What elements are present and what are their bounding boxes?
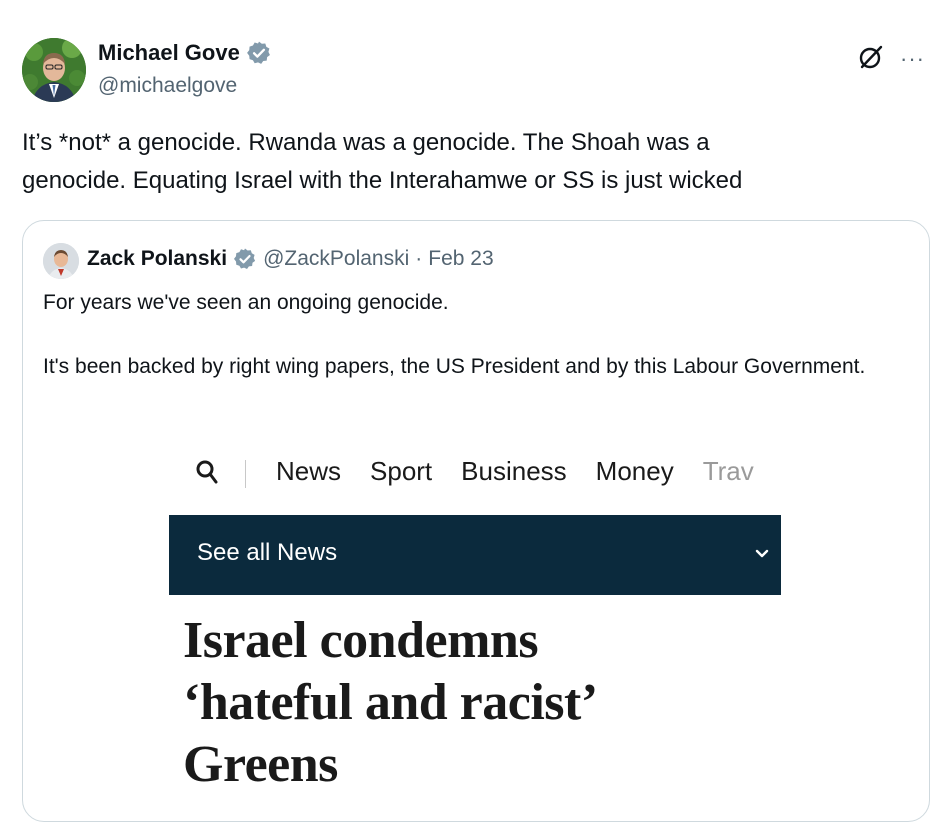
search-icon [195,457,219,487]
author-name[interactable]: Michael Gove [98,40,240,66]
quoted-text: For years we've seen an ongoing genocide… [43,287,903,415]
author-name-row: Michael Gove [98,40,272,66]
quoted-date[interactable]: Feb 23 [428,247,493,271]
chevron-down-icon [754,545,770,561]
post-text-line: genocide. Equating Israel with the Inter… [22,167,743,194]
nav-divider [245,460,246,488]
nav-item-sport: Sport [370,456,433,486]
quoted-paragraph: For years we've seen an ongoing genocide… [43,291,449,314]
quoted-author-avatar[interactable] [43,243,79,279]
headline-line: ‘hateful and racist’ [183,674,598,731]
quoted-post[interactable]: Zack Polanski @ZackPolanski · Feb 23 For… [22,220,930,822]
grok-icon[interactable] [858,44,884,70]
author-avatar[interactable] [22,38,86,102]
see-all-news-bar: See all News [169,515,781,595]
post-text: It’s *not* a genocide. Rwanda was a geno… [22,124,922,200]
post-text-line: It’s *not* a genocide. Rwanda was a geno… [22,129,710,156]
nav-item-travel: Trav [702,456,754,486]
headline-line: Greens [183,736,338,793]
quoted-author-name[interactable]: Zack Polanski [87,247,227,271]
nav-item-news: News [276,456,342,486]
meta-separator: · [415,247,423,270]
quoted-header: Zack Polanski @ZackPolanski · Feb 23 [87,247,494,271]
nav-item-business: Business [461,456,567,486]
post: Michael Gove @michaelgove ··· It’s *not*… [0,0,952,822]
quoted-author-handle[interactable]: @ZackPolanski [263,247,409,271]
more-options-icon[interactable]: ··· [900,46,925,72]
quoted-media-image[interactable]: News Sport Business Money Trav See all N… [169,446,781,806]
nav-items: News Sport Business Money Trav [276,456,754,487]
see-all-news-label: See all News [197,539,338,566]
verified-badge-icon [246,40,272,66]
site-nav: News Sport Business Money Trav [169,446,781,506]
verified-badge-icon [233,247,257,271]
article-headline: Israel condemns ‘hateful and racist’ Gre… [183,610,783,796]
nav-item-money: Money [595,456,674,486]
author-handle[interactable]: @michaelgove [98,74,237,98]
headline-line: Israel condemns [183,612,539,669]
quoted-paragraph: It's been backed by right wing papers, t… [43,355,866,378]
